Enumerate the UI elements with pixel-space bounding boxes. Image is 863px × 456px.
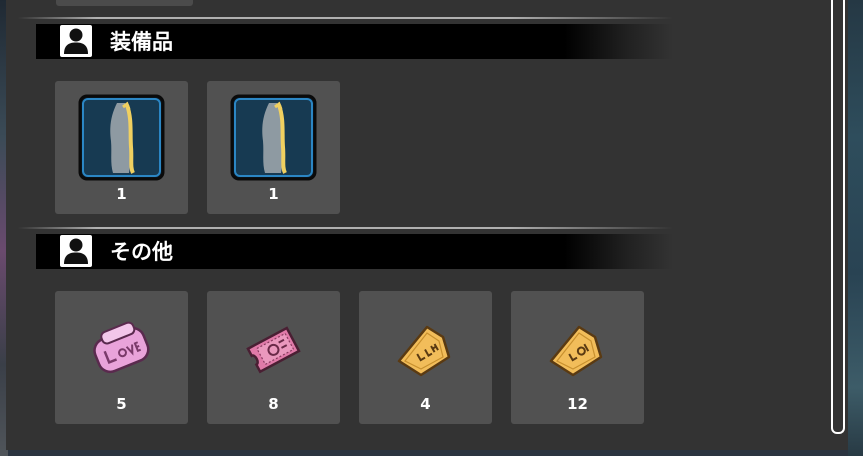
item-count: 1: [268, 185, 279, 203]
section-header-equipment: 装備品: [18, 17, 673, 67]
pink-ticket-icon: [246, 326, 301, 374]
header-divider-top: [18, 17, 673, 19]
gold-ticket-icon: [397, 325, 451, 377]
gold-ticket-icon: [549, 325, 603, 377]
item-count: 4: [420, 395, 431, 413]
leg-armor-icon: [230, 94, 317, 181]
inventory-panel: 装備品 1 1 その他 5 8 4 12: [6, 0, 848, 450]
header-divider-top: [18, 227, 673, 229]
leg-armor-icon: [78, 94, 165, 181]
previous-slot-edge: [56, 0, 193, 6]
section-header-other: その他: [18, 227, 673, 277]
item-slot-pink-ticket-love[interactable]: 5: [55, 291, 188, 424]
item-count: 5: [116, 395, 127, 413]
item-slot-leg-armor[interactable]: 1: [55, 81, 188, 214]
pink-ticket-love-icon: [93, 321, 150, 374]
scrollbar[interactable]: [831, 0, 845, 434]
item-slot-gold-ticket[interactable]: 4: [359, 291, 492, 424]
item-count: 1: [116, 185, 127, 203]
background-right-edge: [848, 0, 863, 456]
section-title: その他: [110, 240, 173, 264]
item-count: 8: [268, 395, 279, 413]
user-icon: [60, 25, 92, 57]
user-icon: [60, 235, 92, 267]
item-count: 12: [567, 395, 588, 413]
section-title: 装備品: [110, 30, 173, 54]
item-slot-leg-armor[interactable]: 1: [207, 81, 340, 214]
item-slot-pink-ticket[interactable]: 8: [207, 291, 340, 424]
item-slot-gold-ticket[interactable]: 12: [511, 291, 644, 424]
